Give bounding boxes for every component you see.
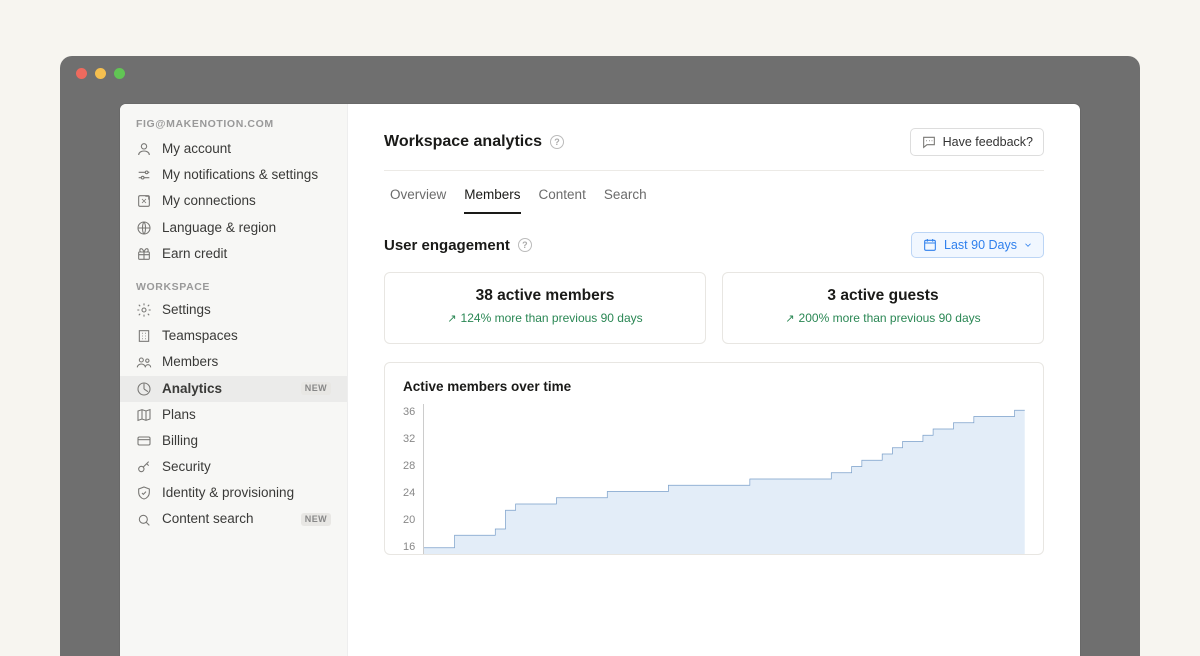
sidebar-item-label: Plans	[162, 407, 331, 423]
page-title: Workspace analytics ?	[384, 133, 564, 151]
building-icon	[136, 328, 152, 344]
y-tick: 36	[403, 406, 415, 418]
gift-icon	[136, 246, 152, 262]
sidebar-workspace-plans[interactable]: Plans	[120, 402, 347, 428]
window-traffic-lights	[60, 68, 1140, 91]
chart-icon	[136, 381, 152, 397]
sidebar-item-label: Teamspaces	[162, 328, 331, 344]
sidebar-workspace-members[interactable]: Members	[120, 349, 347, 375]
gear-icon	[136, 302, 152, 318]
trend-up-icon: ↗	[785, 312, 794, 325]
section-title-text: User engagement	[384, 237, 510, 254]
sidebar-workspace-content-search[interactable]: Content search NEW	[120, 506, 347, 532]
sidebar-account-my-account[interactable]: My account	[120, 136, 347, 162]
card-icon	[136, 433, 152, 449]
people-icon	[136, 354, 152, 370]
chevron-down-icon	[1023, 240, 1033, 250]
chart-y-axis: 36 32 28 24 20 16	[403, 404, 423, 554]
stat-card-delta: ↗ 124% more than previous 90 days	[447, 311, 642, 325]
key-icon	[136, 459, 152, 475]
minimize-window-dot[interactable]	[95, 68, 106, 79]
link-icon	[136, 193, 152, 209]
sidebar-item-label: Earn credit	[162, 246, 331, 262]
sidebar-workspace-teamspaces[interactable]: Teamspaces	[120, 323, 347, 349]
sidebar-account-earn-credit[interactable]: Earn credit	[120, 241, 347, 267]
tabs: Overview Members Content Search	[384, 171, 1044, 214]
globe-icon	[136, 220, 152, 236]
sidebar-workspace-security[interactable]: Security	[120, 454, 347, 480]
tab-members[interactable]: Members	[464, 183, 520, 214]
y-tick: 32	[403, 433, 415, 445]
sidebar-item-label: Settings	[162, 302, 331, 318]
sidebar-account-my-notifications-settings[interactable]: My notifications & settings	[120, 162, 347, 188]
map-icon	[136, 407, 152, 423]
stat-card-delta: ↗ 200% more than previous 90 days	[785, 311, 980, 325]
chat-icon	[921, 134, 937, 150]
sidebar-item-label: My notifications & settings	[162, 167, 331, 183]
sidebar-item-label: Billing	[162, 433, 331, 449]
date-range-label: Last 90 Days	[944, 238, 1017, 252]
account-email: FIG@MAKENOTION.COM	[120, 118, 347, 136]
shield-icon	[136, 485, 152, 501]
stat-card-1: 3 active guests ↗ 200% more than previous…	[722, 272, 1044, 344]
sidebar-account-my-connections[interactable]: My connections	[120, 188, 347, 214]
stat-card-title: 3 active guests	[723, 287, 1043, 305]
date-range-selector[interactable]: Last 90 Days	[911, 232, 1044, 258]
calendar-icon	[922, 237, 938, 253]
page-title-text: Workspace analytics	[384, 133, 542, 151]
sidebar-item-label: Analytics	[162, 381, 291, 397]
settings-sidebar: FIG@MAKENOTION.COM My account My notifica…	[120, 104, 348, 656]
account-icon	[136, 141, 152, 157]
feedback-button[interactable]: Have feedback?	[910, 128, 1044, 156]
search-icon	[136, 512, 152, 528]
sidebar-item-label: Identity & provisioning	[162, 485, 331, 501]
main-content: Workspace analytics ? Have feedback? Ove…	[348, 104, 1080, 656]
sidebar-workspace-billing[interactable]: Billing	[120, 428, 347, 454]
stat-card-title: 38 active members	[385, 287, 705, 305]
sidebar-item-label: Content search	[162, 511, 291, 527]
sidebar-item-label: Language & region	[162, 220, 331, 236]
maximize-window-dot[interactable]	[114, 68, 125, 79]
help-icon[interactable]: ?	[518, 238, 532, 252]
workspace-heading: WORKSPACE	[120, 267, 347, 297]
chart-title: Active members over time	[403, 379, 1025, 394]
y-tick: 24	[403, 487, 415, 499]
section-title: User engagement ?	[384, 237, 532, 254]
trend-up-icon: ↗	[447, 312, 456, 325]
chart-container: Active members over time 36 32 28 24 20 16	[384, 362, 1044, 555]
help-icon[interactable]: ?	[550, 135, 564, 149]
sidebar-workspace-settings[interactable]: Settings	[120, 297, 347, 323]
feedback-label: Have feedback?	[943, 135, 1033, 149]
sidebar-item-label: My account	[162, 141, 331, 157]
sidebar-workspace-analytics[interactable]: Analytics NEW	[120, 376, 347, 402]
y-tick: 20	[403, 514, 415, 526]
tab-overview[interactable]: Overview	[390, 183, 446, 214]
sidebar-item-label: My connections	[162, 193, 331, 209]
sidebar-item-label: Members	[162, 354, 331, 370]
y-tick: 28	[403, 460, 415, 472]
new-badge: NEW	[301, 382, 331, 395]
sidebar-item-label: Security	[162, 459, 331, 475]
y-tick: 16	[403, 541, 415, 553]
sidebar-workspace-identity-provisioning[interactable]: Identity & provisioning	[120, 480, 347, 506]
tab-content[interactable]: Content	[539, 183, 586, 214]
tab-search[interactable]: Search	[604, 183, 647, 214]
stat-card-0: 38 active members ↗ 124% more than previo…	[384, 272, 706, 344]
sidebar-account-language-region[interactable]: Language & region	[120, 215, 347, 241]
chart-plot	[423, 404, 1025, 554]
new-badge: NEW	[301, 513, 331, 526]
close-window-dot[interactable]	[76, 68, 87, 79]
sliders-icon	[136, 167, 152, 183]
